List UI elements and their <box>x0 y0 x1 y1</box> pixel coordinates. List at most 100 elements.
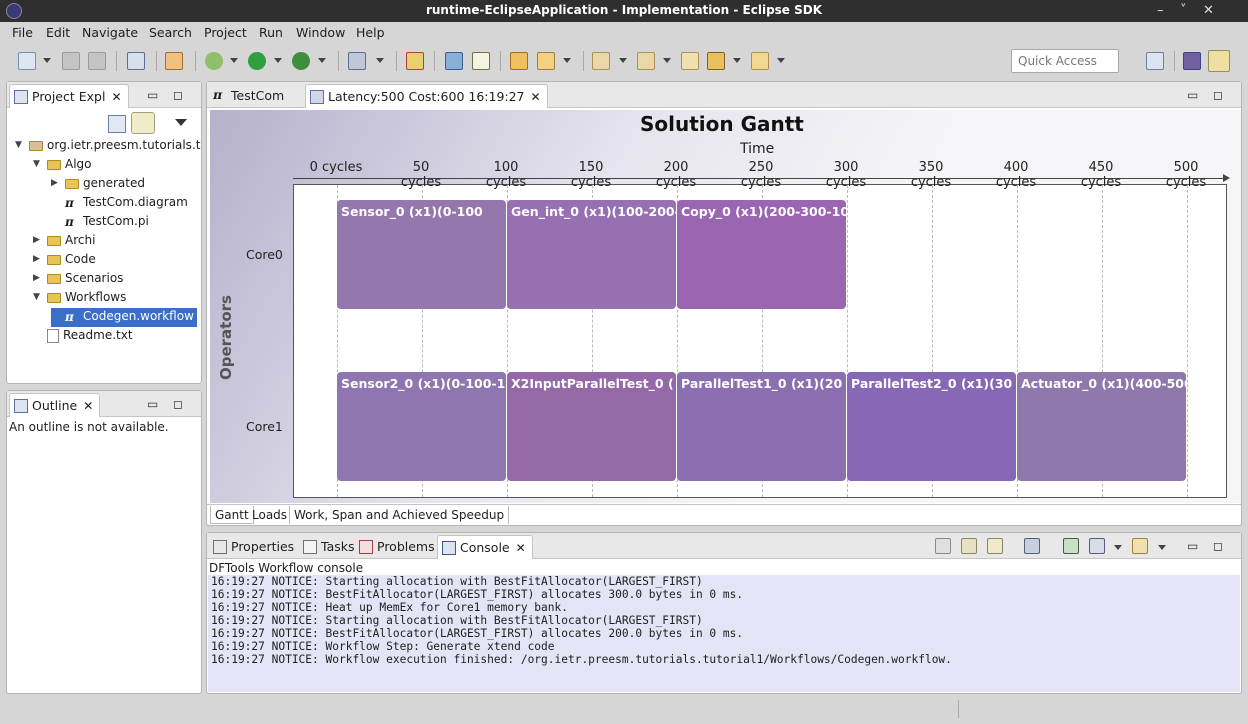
run-dropdown-icon[interactable] <box>274 58 282 63</box>
wand-dropdown-icon[interactable] <box>563 58 571 63</box>
menu-navigate[interactable]: Navigate <box>82 25 138 40</box>
debug-dropdown-icon[interactable] <box>230 58 238 63</box>
close-window-button[interactable]: ✕ <box>1203 3 1214 18</box>
tab-properties[interactable]: Properties <box>209 535 300 559</box>
external-tools-dropdown-icon[interactable] <box>318 58 326 63</box>
open-perspective-icon[interactable] <box>1146 52 1164 70</box>
menu-search[interactable]: Search <box>149 25 192 40</box>
word-wrap-icon[interactable] <box>987 538 1003 554</box>
external-tools-icon[interactable] <box>292 52 310 70</box>
gantt-task-bar[interactable]: ParallelTest1_0 (x1)(20 <box>677 372 846 481</box>
open-task-icon[interactable] <box>445 52 463 70</box>
menu-project[interactable]: Project <box>204 25 247 40</box>
subtab-speedup[interactable]: Work, Span and Achieved Speedup <box>289 506 510 524</box>
maximize-console-icon[interactable]: ◻ <box>1213 539 1223 553</box>
tab-gantt-result[interactable]: Latency:500 Cost:600 16:19:27 ✕ <box>305 84 548 108</box>
view-menu-icon[interactable] <box>175 119 187 126</box>
gantt-editor-icon <box>310 90 324 104</box>
project-explorer-tabrow: Project Expl ✕ ▭ ◻ <box>7 82 201 108</box>
clear-console-icon[interactable] <box>935 538 951 554</box>
menu-run[interactable]: Run <box>259 25 283 40</box>
quick-access-input[interactable]: Quick Access <box>1011 49 1119 73</box>
collapsed-arrow-icon[interactable]: ▶ <box>51 178 58 188</box>
maximize-view-icon[interactable]: ◻ <box>173 88 183 102</box>
collapsed-arrow-icon[interactable]: ▶ <box>33 273 40 283</box>
prev-annotation-icon[interactable] <box>637 52 655 70</box>
save-all-icon[interactable] <box>88 52 106 70</box>
forward-dropdown-icon[interactable] <box>777 58 785 63</box>
java-perspective-icon[interactable] <box>1183 52 1201 70</box>
preesm-perspective-icon[interactable] <box>1208 50 1230 72</box>
minimize-button[interactable]: – <box>1157 3 1164 18</box>
gantt-task-bar[interactable]: X2InputParallelTest_0 ( <box>507 372 676 481</box>
menu-edit[interactable]: Edit <box>46 25 70 40</box>
expanded-arrow-icon[interactable]: ▼ <box>15 140 22 150</box>
new-console-dropdown-icon[interactable] <box>1158 545 1166 550</box>
new-icon[interactable] <box>18 52 36 70</box>
maximize-editor-icon[interactable]: ◻ <box>1213 88 1223 102</box>
pin-console-icon[interactable] <box>1024 538 1040 554</box>
gantt-task-bar[interactable]: ParallelTest2_0 (x1)(30 <box>847 372 1016 481</box>
debug-icon[interactable] <box>205 52 223 70</box>
minimize-editor-icon[interactable]: ▭ <box>1187 88 1198 102</box>
tab-project-explorer[interactable]: Project Expl ✕ <box>9 84 129 108</box>
expanded-arrow-icon[interactable]: ▼ <box>33 292 40 302</box>
expanded-arrow-icon[interactable]: ▼ <box>33 159 40 169</box>
gantt-task-bar[interactable]: Sensor_0 (x1)(0-100 <box>337 200 506 309</box>
tree-item-label: TestCom.pi <box>83 214 149 228</box>
close-outline-icon[interactable]: ✕ <box>83 399 93 413</box>
collapsed-arrow-icon[interactable]: ▶ <box>33 235 40 245</box>
menu-help[interactable]: Help <box>356 25 385 40</box>
open-console-dropdown-icon[interactable] <box>1114 545 1122 550</box>
open-type-dropdown-icon[interactable] <box>376 58 384 63</box>
close-gantt-tab-icon[interactable]: ✕ <box>531 90 541 104</box>
minimize-outline-icon[interactable]: ▭ <box>147 397 158 411</box>
new-console-icon[interactable] <box>1132 538 1148 554</box>
collapsed-arrow-icon[interactable]: ▶ <box>33 254 40 264</box>
last-edit-icon[interactable] <box>681 52 699 70</box>
back-dropdown-icon[interactable] <box>733 58 741 63</box>
close-console-icon[interactable]: ✕ <box>516 541 526 555</box>
time-tick-label: 100 cycles <box>485 160 527 190</box>
open-folder-icon[interactable] <box>510 52 528 70</box>
gantt-task-bar[interactable]: Sensor2_0 (x1)(0-100-1 <box>337 372 506 481</box>
open-file-icon[interactable] <box>472 52 490 70</box>
run-icon[interactable] <box>248 52 266 70</box>
console-view-icon[interactable] <box>127 52 145 70</box>
display-selected-console-icon[interactable] <box>1063 538 1079 554</box>
forward-icon[interactable] <box>751 52 769 70</box>
collapse-all-icon[interactable] <box>108 115 126 133</box>
maximize-outline-icon[interactable]: ◻ <box>173 397 183 411</box>
menu-window[interactable]: Window <box>296 25 345 40</box>
gantt-task-bar[interactable]: Actuator_0 (x1)(400-500 <box>1017 372 1186 481</box>
open-type-icon[interactable] <box>348 52 366 70</box>
tab-tasks[interactable]: Tasks <box>299 535 361 559</box>
minimize-console-icon[interactable]: ▭ <box>1187 539 1198 553</box>
tab-problems[interactable]: Problems <box>355 535 441 559</box>
tab-outline[interactable]: Outline ✕ <box>9 393 101 417</box>
save-icon[interactable] <box>62 52 80 70</box>
link-with-editor-icon[interactable] <box>131 112 155 134</box>
next-annotation-dropdown-icon[interactable] <box>619 58 627 63</box>
new-dropdown-icon[interactable] <box>43 58 51 63</box>
next-annotation-icon[interactable] <box>592 52 610 70</box>
back-icon[interactable] <box>707 52 725 70</box>
close-tab-icon[interactable]: ✕ <box>111 90 121 104</box>
tab-console[interactable]: Console ✕ <box>437 535 533 559</box>
gantt-task-bar[interactable]: Copy_0 (x1)(200-300-10 <box>677 200 846 309</box>
minimize-view-icon[interactable]: ▭ <box>147 88 158 102</box>
wand-icon[interactable] <box>537 52 555 70</box>
tab-testcom[interactable]: π TestCom <box>209 84 290 108</box>
subtab-loads[interactable]: Loads <box>248 506 291 524</box>
window-titlebar: runtime-EclipseApplication - Implementat… <box>0 0 1248 22</box>
open-console-icon[interactable] <box>1089 538 1105 554</box>
skip-breakpoints-icon[interactable] <box>406 52 424 70</box>
restore-button[interactable]: ˅ <box>1180 3 1187 18</box>
scroll-lock-icon[interactable] <box>961 538 977 554</box>
tree-item[interactable]: π Codegen.workflow <box>51 308 197 327</box>
gantt-task-bar[interactable]: Gen_int_0 (x1)(100-200- <box>507 200 676 309</box>
menu-file[interactable]: File <box>12 25 33 40</box>
window-title: runtime-EclipseApplication - Implementat… <box>425 3 823 17</box>
prev-annotation-dropdown-icon[interactable] <box>663 58 671 63</box>
preesm-icon[interactable] <box>165 52 183 70</box>
